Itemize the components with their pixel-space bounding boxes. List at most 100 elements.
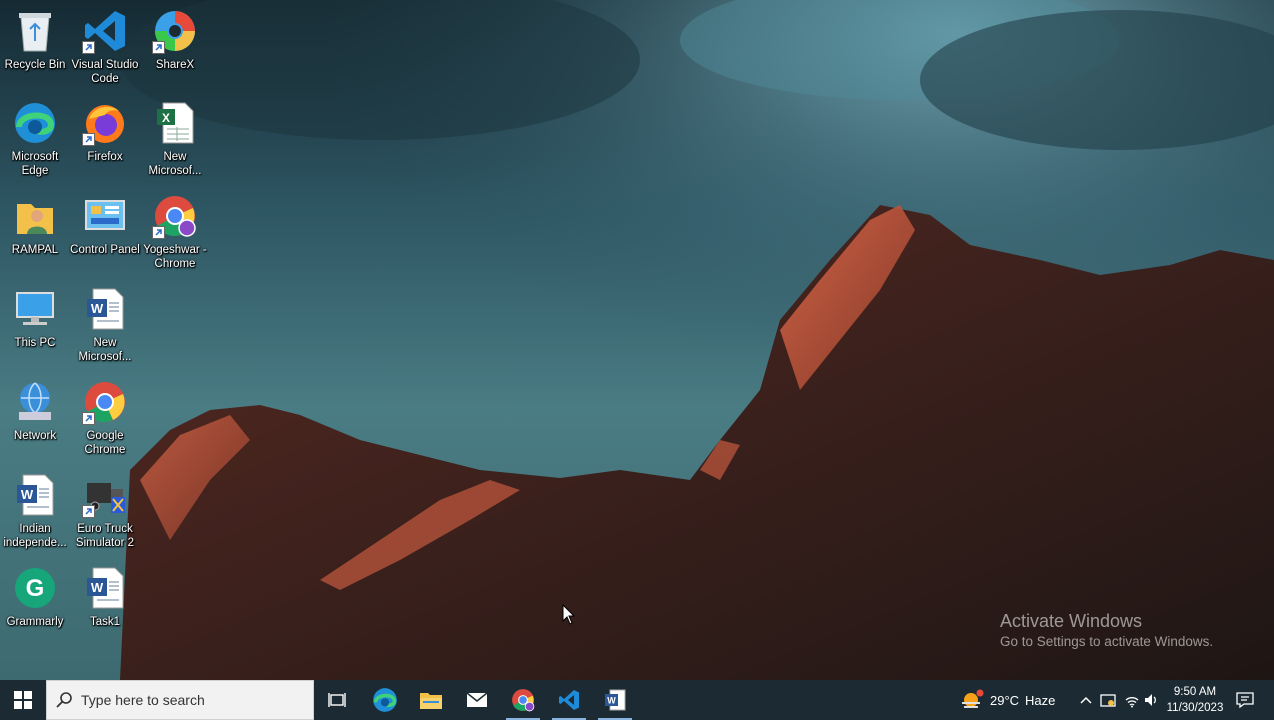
desktop-icon-label: New Microsof... xyxy=(148,151,202,177)
security-tray-icon[interactable] xyxy=(1100,692,1116,708)
taskbar-vscode-button[interactable] xyxy=(546,680,592,720)
search-placeholder: Type here to search xyxy=(81,692,205,708)
word-file-icon: W xyxy=(82,565,128,611)
desktop-icon-yogeshwar-chrome[interactable]: Yogeshwar - Chrome xyxy=(140,189,210,277)
word-icon: W xyxy=(605,689,626,711)
task-view-button[interactable] xyxy=(314,680,360,720)
desktop-icon-new-word-doc[interactable]: W New Microsof... xyxy=(70,282,140,370)
taskbar-word-button[interactable]: W xyxy=(592,680,638,720)
svg-text:W: W xyxy=(607,696,616,706)
wifi-icon[interactable] xyxy=(1124,692,1140,708)
svg-text:W: W xyxy=(21,487,34,502)
desktop-icon-label: Indian independe... xyxy=(3,523,67,549)
desktop-icon-edge[interactable]: Microsoft Edge xyxy=(0,96,70,184)
taskbar-file-explorer-button[interactable] xyxy=(408,680,454,720)
edge-icon xyxy=(373,688,397,712)
desktop-icon-label: Task1 xyxy=(89,616,121,628)
word-file-icon: W xyxy=(82,286,128,332)
vscode-icon xyxy=(82,8,128,54)
search-icon xyxy=(56,692,72,708)
start-icon xyxy=(14,691,32,709)
desktop-icon-vscode[interactable]: Visual Studio Code xyxy=(70,4,140,92)
chrome-icon xyxy=(82,379,128,425)
desktop-icon-google-chrome[interactable]: Google Chrome xyxy=(70,375,140,463)
euro-truck-icon xyxy=(82,472,128,518)
system-clock[interactable]: 9:50 AM 11/30/2023 xyxy=(1162,684,1228,716)
recycle-bin-icon xyxy=(12,8,58,54)
desktop-icon-this-pc[interactable]: This PC xyxy=(0,282,70,370)
desktop-icon-label: Firefox xyxy=(87,151,123,163)
desktop-icon-label: This PC xyxy=(14,337,56,349)
svg-text:X: X xyxy=(162,111,170,125)
desktop-icon-label: Yogeshwar - Chrome xyxy=(143,244,207,270)
grammarly-icon: G xyxy=(12,565,58,611)
desktop-icon-label: RAMPAL xyxy=(11,244,59,256)
desktop-icon-rampal[interactable]: RAMPAL xyxy=(0,189,70,277)
svg-text:W: W xyxy=(91,580,104,595)
taskbar-edge-button[interactable] xyxy=(362,680,408,720)
desktop-icon-new-excel-doc[interactable]: X New Microsof... xyxy=(140,96,210,184)
desktop-icon-label: Google Chrome xyxy=(84,430,126,456)
mouse-cursor-icon xyxy=(562,604,576,625)
task-view-icon xyxy=(328,693,346,707)
shortcut-arrow-icon xyxy=(152,226,165,239)
weather-temp: 29°C xyxy=(990,692,1020,708)
activate-windows-title: Activate Windows xyxy=(1000,611,1143,631)
edge-icon xyxy=(12,100,58,146)
volume-icon[interactable] xyxy=(1144,692,1160,708)
activate-windows-watermark: Activate Windows Go to Settings to activ… xyxy=(1000,610,1213,651)
svg-text:W: W xyxy=(91,301,104,316)
clock-time: 9:50 AM xyxy=(1173,686,1217,698)
desktop-icon-label: ShareX xyxy=(155,59,195,71)
weather-condition: Haze xyxy=(1025,692,1056,708)
desktop-icon-control-panel[interactable]: Control Panel xyxy=(70,189,140,277)
taskbar-search-box[interactable]: Type here to search xyxy=(46,680,314,720)
control-panel-icon xyxy=(82,193,128,239)
desktop-icon-label: Euro Truck Simulator 2 xyxy=(75,523,135,549)
desktop-icon-label: Network xyxy=(13,430,57,442)
taskbar: Type here to search W 29°C Haze 9:50 AM … xyxy=(0,680,1274,720)
shortcut-arrow-icon xyxy=(82,412,95,425)
desktop-icon-recycle-bin[interactable]: Recycle Bin xyxy=(0,4,70,92)
shortcut-arrow-icon xyxy=(82,505,95,518)
desktop-icon-label: Visual Studio Code xyxy=(71,59,139,85)
network-icon xyxy=(12,379,58,425)
user-folder-icon xyxy=(12,193,58,239)
desktop-icon-label: Recycle Bin xyxy=(4,59,66,71)
excel-file-icon: X xyxy=(152,100,198,146)
desktop-icon-network[interactable]: Network xyxy=(0,375,70,463)
sharex-icon xyxy=(152,8,198,54)
desktop-icon-label: Microsoft Edge xyxy=(11,151,59,177)
vscode-icon xyxy=(559,690,579,710)
desktop-icon-label: New Microsof... xyxy=(78,337,132,363)
desktop-icon-task1[interactable]: W Task1 xyxy=(70,561,140,649)
desktop-icon-label: Grammarly xyxy=(6,616,64,628)
desktop[interactable]: Recycle Bin Microsoft Edge RAMPAL This P… xyxy=(0,0,1274,680)
desktop-icon-euro-truck[interactable]: Euro Truck Simulator 2 xyxy=(70,468,140,556)
shortcut-arrow-icon xyxy=(82,41,95,54)
weather-widget[interactable]: 29°C Haze xyxy=(960,680,1055,720)
taskbar-chrome-button[interactable] xyxy=(500,680,546,720)
firefox-icon xyxy=(82,100,128,146)
svg-text:G: G xyxy=(26,575,45,602)
desktop-icon-label: Control Panel xyxy=(70,244,140,256)
taskbar-mail-button[interactable] xyxy=(454,680,500,720)
this-pc-icon xyxy=(12,286,58,332)
file-explorer-icon xyxy=(420,693,442,709)
chrome-icon xyxy=(512,689,535,712)
show-hidden-icons-chevron-up-icon[interactable] xyxy=(1078,692,1094,708)
shortcut-arrow-icon xyxy=(82,133,95,146)
shortcut-arrow-icon xyxy=(152,41,165,54)
chrome-profile-icon xyxy=(152,193,198,239)
mail-icon xyxy=(466,692,488,707)
activate-windows-subtitle: Go to Settings to activate Windows. xyxy=(1000,634,1214,649)
haze-weather-icon xyxy=(962,689,984,708)
desktop-icon-sharex[interactable]: ShareX xyxy=(140,4,210,92)
word-file-icon: W xyxy=(12,472,58,518)
desktop-icon-indian-independence[interactable]: W Indian independe... xyxy=(0,468,70,556)
desktop-icon-firefox[interactable]: Firefox xyxy=(70,96,140,184)
notifications-icon[interactable] xyxy=(1236,691,1254,709)
desktop-icon-grammarly[interactable]: G Grammarly xyxy=(0,561,70,649)
start-button[interactable] xyxy=(0,680,46,720)
clock-date: 11/30/2023 xyxy=(1166,702,1224,714)
